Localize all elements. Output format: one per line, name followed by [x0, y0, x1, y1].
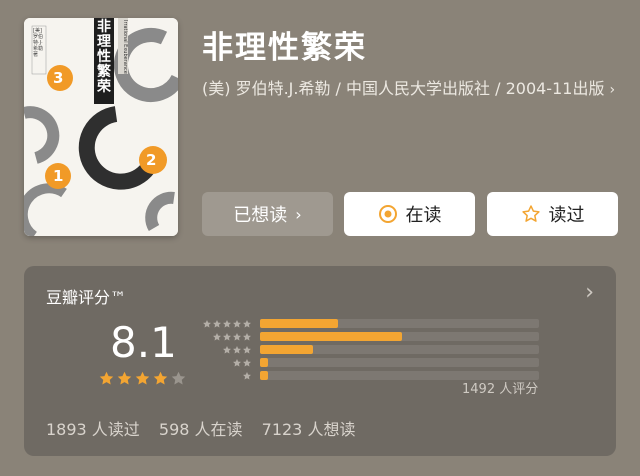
star-filled-icon — [153, 371, 168, 385]
rating-bar-fill — [260, 319, 339, 328]
rating-bar-fill — [260, 332, 403, 341]
rating-count: 1492 人评分 — [462, 382, 539, 397]
star-empty-icon — [171, 371, 186, 385]
chevron-right-icon: › — [585, 280, 594, 305]
rating-row-4 — [198, 330, 539, 343]
reader-stats: 1893 人读过 598 人在读 7123 人想读 — [46, 416, 369, 440]
reading-button[interactable]: 在读 — [344, 192, 475, 236]
rating-panel[interactable]: 豆瓣评分™ › 8.1 1492 人评分 1893 人读过 598 人在读 71… — [24, 266, 616, 456]
mini-star-icon — [223, 332, 231, 341]
rating-title: 豆瓣评分™ — [46, 288, 127, 307]
stat-reading: 598 人在读 — [158, 420, 243, 439]
rating-bar-track — [260, 319, 539, 328]
mini-star-icon — [243, 345, 251, 354]
rating-row-3 — [198, 343, 539, 356]
book-meta-text: (美) 罗伯特.J.希勒 / 中国人民大学出版社 / 2004-11出版 — [202, 79, 605, 98]
mini-star-icon — [233, 358, 241, 367]
stat-read: 1893 人读过 — [46, 420, 140, 439]
rating-distribution — [198, 317, 539, 382]
book-cover[interactable]: 非理性繁荣 [美] 罗伯特·J·希勒 著 Irrational Exuberan… — [24, 18, 178, 236]
mini-stars — [198, 345, 252, 355]
star-filled-icon — [117, 371, 132, 385]
rating-stars — [98, 370, 187, 387]
mini-star-icon — [213, 319, 221, 328]
rating-row-2 — [198, 356, 539, 369]
cover-english-title: Irrational Exuberance — [122, 20, 128, 74]
rating-row-1 — [198, 369, 539, 382]
chevron-right-icon: › — [609, 82, 616, 98]
mini-stars — [198, 358, 252, 368]
stat-wished: 7123 人想读 — [261, 420, 356, 439]
mini-star-icon — [203, 319, 211, 328]
mini-star-icon — [223, 345, 231, 354]
reading-button-label: 在读 — [405, 205, 442, 226]
mini-star-icon — [233, 319, 241, 328]
mini-stars — [198, 332, 252, 342]
wished-button-label: 已想读 — [233, 205, 288, 226]
wished-button[interactable]: 已想读 › — [202, 192, 333, 236]
star-filled-icon — [99, 371, 114, 385]
book-title: 非理性繁荣 — [202, 30, 367, 66]
mini-star-icon — [213, 332, 221, 341]
rating-bar-fill — [260, 345, 313, 354]
mini-star-icon — [243, 371, 251, 380]
rating-bar-fill — [260, 358, 269, 367]
rating-bar-track — [260, 358, 539, 367]
read-button-label: 读过 — [548, 205, 585, 226]
mini-star-icon — [223, 319, 231, 328]
star-filled-icon — [135, 371, 150, 385]
mini-stars — [198, 371, 252, 381]
cover-number-1: 1 — [53, 167, 64, 185]
star-outline-icon — [521, 204, 541, 224]
cover-number-3: 3 — [53, 69, 64, 87]
mini-star-icon — [243, 319, 251, 328]
circle-dot-icon — [378, 204, 398, 224]
mini-stars — [198, 319, 252, 329]
cover-number-2: 2 — [146, 151, 157, 169]
cover-vertical-title: 非理性繁荣 — [97, 19, 111, 95]
chevron-right-icon: › — [295, 204, 302, 224]
book-meta-link[interactable]: (美) 罗伯特.J.希勒 / 中国人民大学出版社 / 2004-11出版 › — [202, 78, 622, 101]
mini-star-icon — [243, 358, 251, 367]
rating-bar-fill — [260, 371, 269, 380]
rating-bar-track — [260, 345, 539, 354]
mini-star-icon — [233, 332, 241, 341]
cover-author-line: [美] 罗伯特·J·希勒 著 — [33, 28, 44, 58]
mini-star-icon — [243, 332, 251, 341]
read-button[interactable]: 读过 — [487, 192, 618, 236]
rating-bar-track — [260, 332, 539, 341]
mini-star-icon — [233, 345, 241, 354]
rating-score: 8.1 — [110, 318, 177, 367]
rating-row-5 — [198, 317, 539, 330]
